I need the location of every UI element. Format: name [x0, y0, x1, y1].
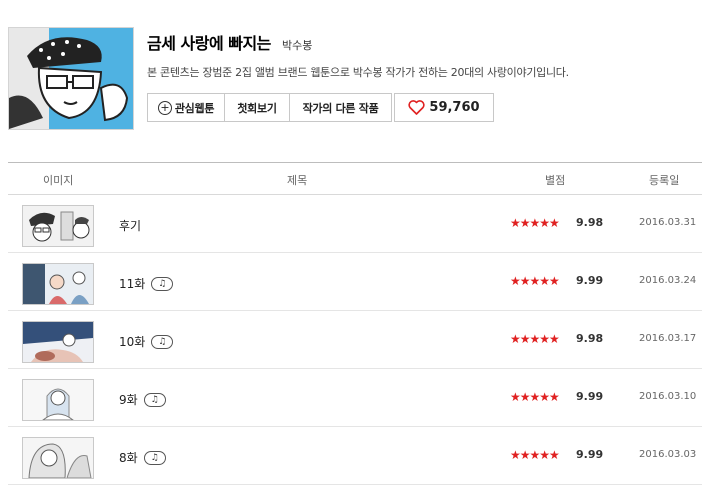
episode-thumbnail[interactable] [22, 379, 94, 421]
column-date: 등록일 [649, 174, 680, 187]
episode-title-text: 10화 [119, 335, 146, 349]
rating-score: 9.99 [576, 390, 604, 403]
first-episode-button[interactable]: 첫회보기 [225, 93, 290, 122]
music-note-icon: ♫ [143, 450, 166, 465]
episode-thumbnail[interactable] [22, 437, 94, 479]
rating-score: 9.99 [576, 448, 604, 461]
column-title: 제목 [287, 174, 308, 187]
episode-title-text: 11화 [119, 277, 146, 291]
episode-title[interactable]: 후기 [119, 217, 141, 234]
episode-thumbnail[interactable] [22, 321, 94, 363]
table-header: 이미지 제목 별점 등록일 [8, 162, 702, 195]
other-works-label: 작가의 다른 작품 [302, 101, 379, 115]
star-rating: ★★★★★ [510, 390, 560, 404]
episode-title[interactable]: 8화 ♫ [119, 449, 166, 466]
rating-score: 9.98 [576, 216, 604, 229]
star-rating: ★★★★★ [510, 274, 560, 288]
star-rating: ★★★★★ [510, 332, 560, 346]
table-row[interactable]: 9화 ♫ ★★★★★ 9.99 2016.03.10 [8, 369, 702, 427]
release-date: 2016.03.31 [639, 217, 697, 228]
episode-thumbnail-art [23, 380, 93, 420]
heart-icon [408, 100, 426, 115]
episode-title-text: 후기 [119, 219, 142, 233]
episode-title[interactable]: 11화 ♫ [119, 275, 174, 292]
episode-thumbnail-art [23, 264, 93, 304]
column-rating: 별점 [545, 174, 566, 187]
column-image: 이미지 [43, 174, 74, 187]
rating-score: 9.98 [576, 332, 604, 345]
webtoon-thumbnail[interactable] [8, 27, 134, 130]
episode-title[interactable]: 10화 ♫ [119, 333, 174, 350]
webtoon-thumbnail-art [9, 28, 133, 129]
table-row[interactable]: 후기 ★★★★★ 9.98 2016.03.31 [8, 195, 702, 253]
first-episode-label: 첫회보기 [237, 101, 277, 115]
release-date: 2016.03.10 [639, 391, 697, 402]
like-button[interactable]: 59,760 [394, 93, 494, 122]
like-count: 59,760 [429, 100, 480, 115]
episode-thumbnail-art [23, 322, 93, 362]
title-row: 금세 사랑에 빠지는 박수봉 [147, 30, 312, 54]
music-note-icon: ♫ [143, 392, 166, 407]
episode-title-text: 9화 [119, 393, 138, 407]
table-row[interactable]: 11화 ♫ ★★★★★ 9.99 2016.03.24 [8, 253, 702, 311]
episode-title[interactable]: 9화 ♫ [119, 391, 166, 408]
episode-thumbnail-art [23, 438, 93, 478]
music-note-icon: ♫ [151, 334, 174, 349]
episode-thumbnail-art [23, 206, 93, 246]
release-date: 2016.03.03 [639, 449, 697, 460]
star-rating: ★★★★★ [510, 216, 560, 230]
webtoon-description: 본 콘텐츠는 장범준 2집 앨범 브랜드 웹툰으로 박수봉 작가가 전하는 20… [147, 66, 569, 79]
action-buttons: + 관심웹툰 첫회보기 작가의 다른 작품 [147, 93, 392, 122]
table-row[interactable]: 10화 ♫ ★★★★★ 9.98 2016.03.17 [8, 311, 702, 369]
episode-thumbnail[interactable] [22, 263, 94, 305]
episode-title-text: 8화 [119, 451, 138, 465]
favorite-button[interactable]: + 관심웹툰 [147, 93, 225, 122]
webtoon-title: 금세 사랑에 빠지는 [147, 34, 271, 53]
author-name[interactable]: 박수봉 [282, 39, 312, 52]
music-note-icon: ♫ [151, 276, 174, 291]
table-row[interactable]: 8화 ♫ ★★★★★ 9.99 2016.03.03 [8, 427, 702, 485]
star-rating: ★★★★★ [510, 448, 560, 462]
favorite-label: 관심웹툰 [174, 101, 215, 115]
rating-score: 9.99 [576, 274, 604, 287]
episode-thumbnail[interactable] [22, 205, 94, 247]
release-date: 2016.03.24 [639, 275, 697, 286]
episode-table: 이미지 제목 별점 등록일 후기 ★★★★★ 9.98 2016.03.31 1… [8, 162, 702, 485]
other-works-button[interactable]: 작가의 다른 작품 [290, 93, 392, 122]
plus-circle-icon: + [157, 100, 172, 115]
release-date: 2016.03.17 [639, 333, 697, 344]
